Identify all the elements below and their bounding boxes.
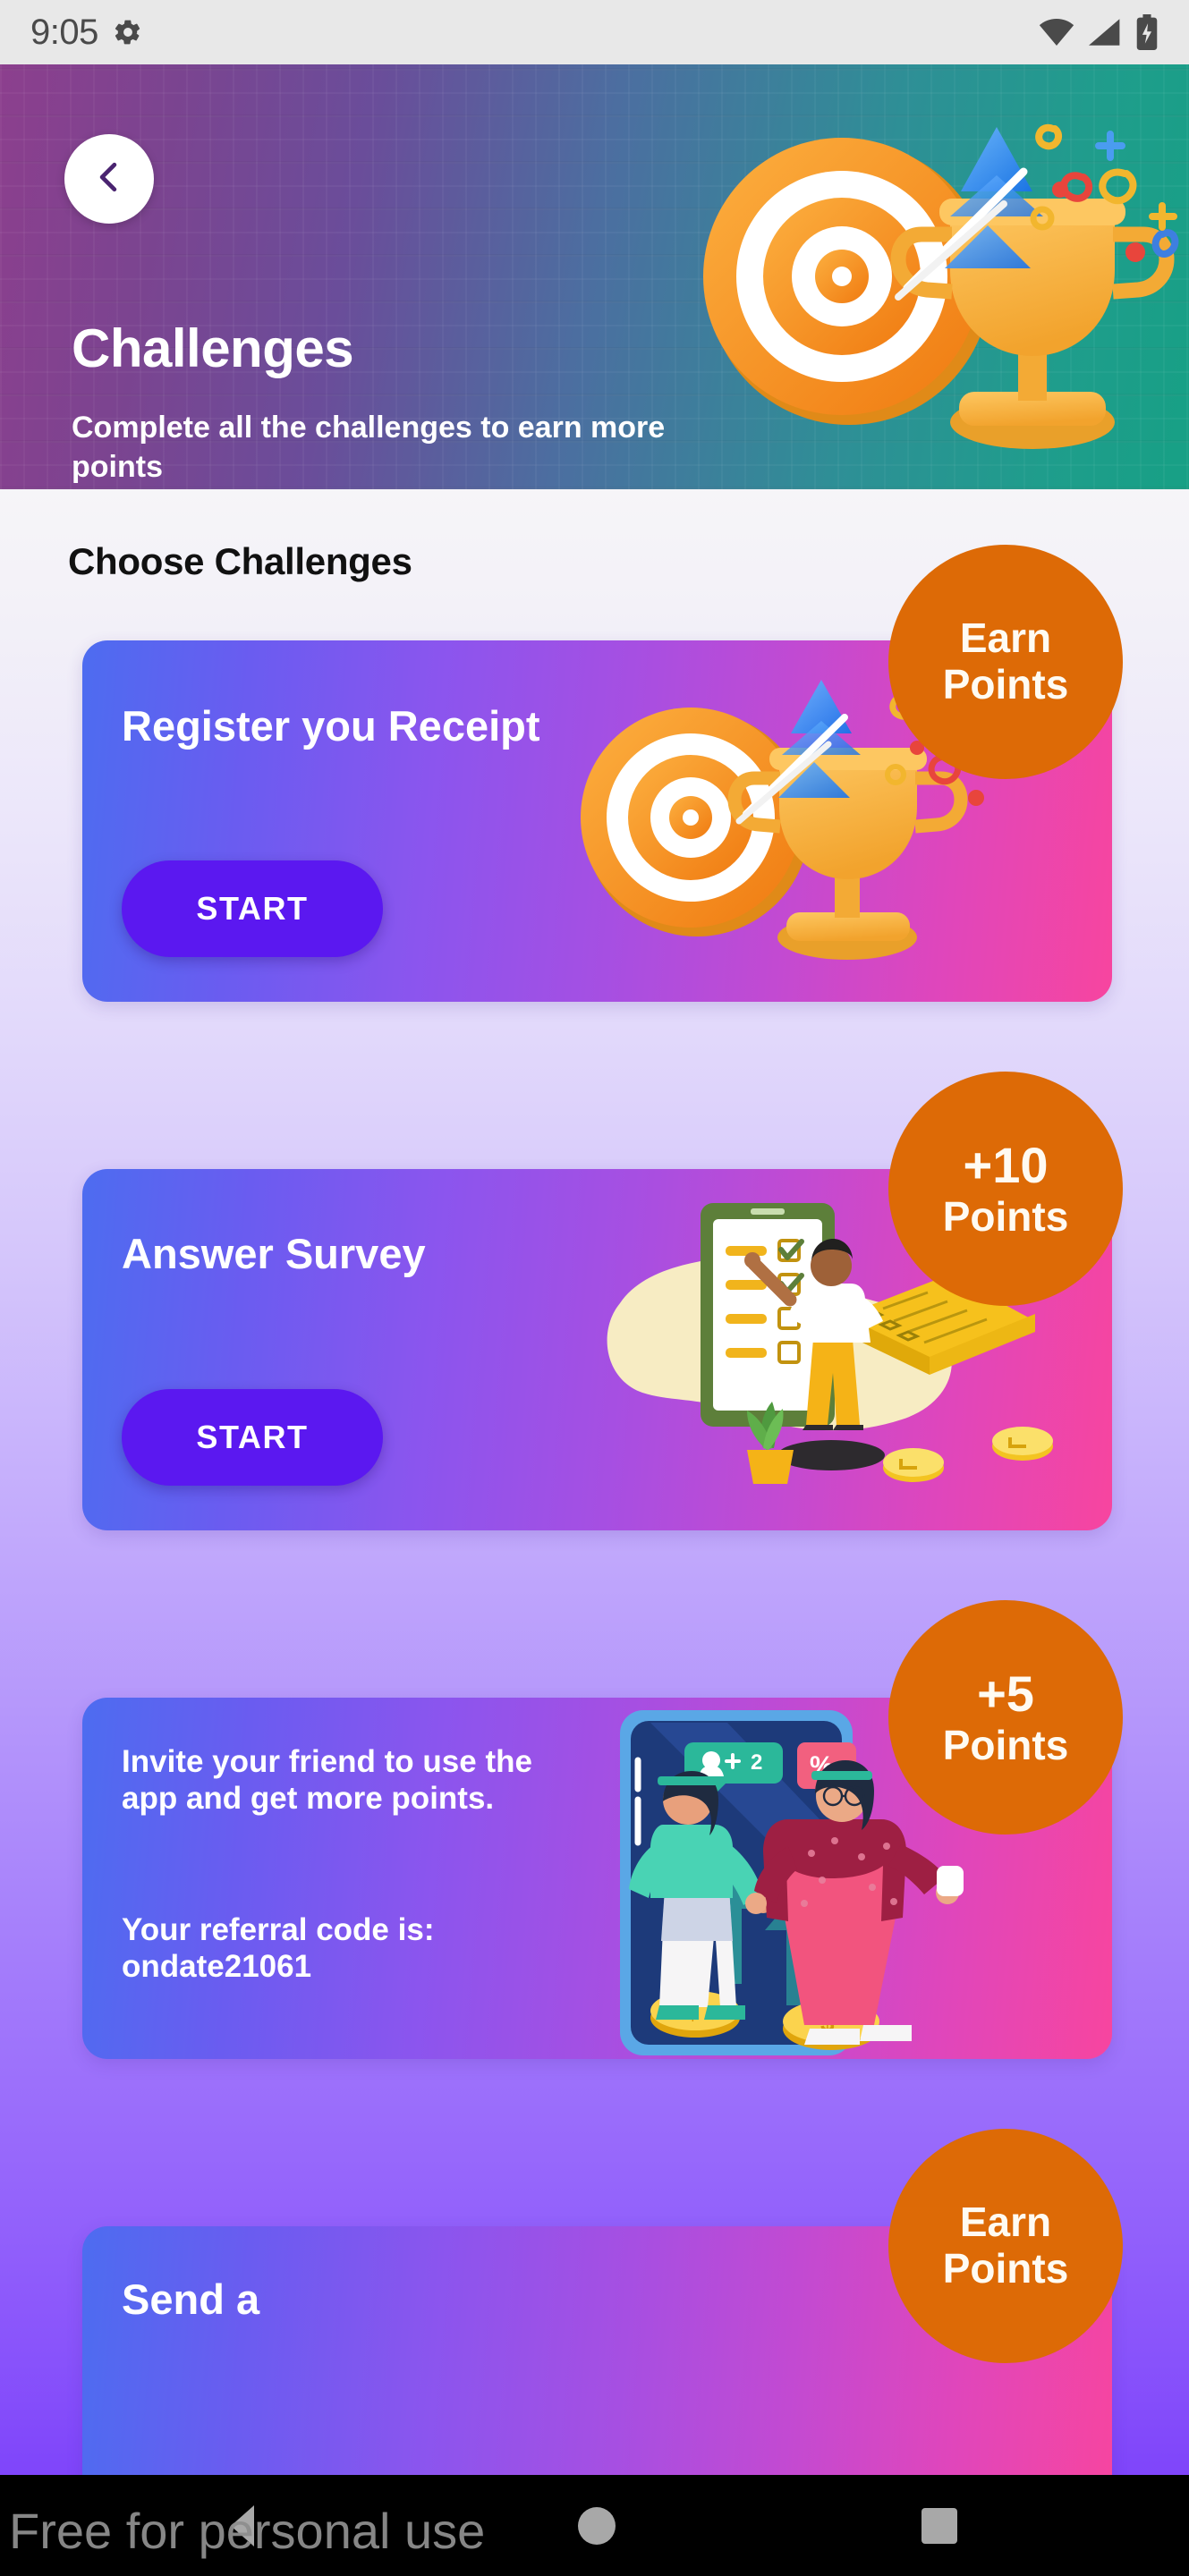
badge-bottom-text: Points	[942, 1192, 1069, 1240]
card-title: Register you Receipt	[122, 702, 540, 750]
badge-top-text: +5	[977, 1665, 1034, 1722]
status-bar: 9:05	[0, 0, 1189, 64]
points-badge: Earn Points	[888, 545, 1123, 779]
points-badge: +5 Points	[888, 1600, 1123, 1835]
page-header: Challenges Complete all the challenges t…	[0, 64, 1189, 489]
start-button-label: START	[196, 890, 309, 927]
chevron-left-icon	[89, 157, 129, 201]
card-title: Invite your friend to use the app and ge…	[122, 1744, 532, 1816]
status-bar-icons	[1039, 14, 1159, 50]
badge-top-text: Earn	[959, 614, 1052, 662]
battery-charging-icon	[1135, 14, 1159, 50]
section-title: Choose Challenges	[68, 540, 412, 582]
svg-text:2: 2	[751, 1750, 762, 1775]
badge-bottom-text: Points	[942, 661, 1069, 708]
badge-bottom-text: Points	[942, 2245, 1069, 2292]
wifi-icon	[1039, 19, 1074, 46]
page-subtitle: Complete all the challenges to earn more…	[72, 411, 666, 484]
target-dart-trophy-illustration	[697, 91, 1189, 476]
badge-bottom-text: Points	[942, 1721, 1069, 1768]
status-bar-clock: 9:05	[30, 12, 98, 52]
watermark-text: Free for personal use	[9, 2503, 486, 2559]
gear-icon	[113, 17, 143, 47]
square-recents-icon[interactable]	[921, 2507, 957, 2544]
cellular-signal-icon	[1089, 18, 1121, 47]
start-button-label: START	[196, 1419, 309, 1455]
page-title: Challenges	[72, 318, 354, 378]
card-title: Answer Survey	[122, 1230, 426, 1277]
badge-top-text: Earn	[959, 2199, 1052, 2246]
start-button[interactable]: START	[122, 1389, 383, 1486]
points-badge: +10 Points	[888, 1072, 1123, 1306]
badge-top-text: +10	[963, 1136, 1049, 1193]
back-button[interactable]	[64, 134, 154, 224]
start-button[interactable]: START	[122, 860, 383, 957]
card-referral-code: Your referral code is: ondate21061	[122, 1912, 435, 1984]
points-badge: Earn Points	[888, 2129, 1123, 2363]
card-title: Send a	[122, 2275, 260, 2323]
circle-home-icon[interactable]	[578, 2506, 616, 2545]
challenges-page: Choose Challenges Register you Receipt S…	[0, 489, 1189, 2475]
